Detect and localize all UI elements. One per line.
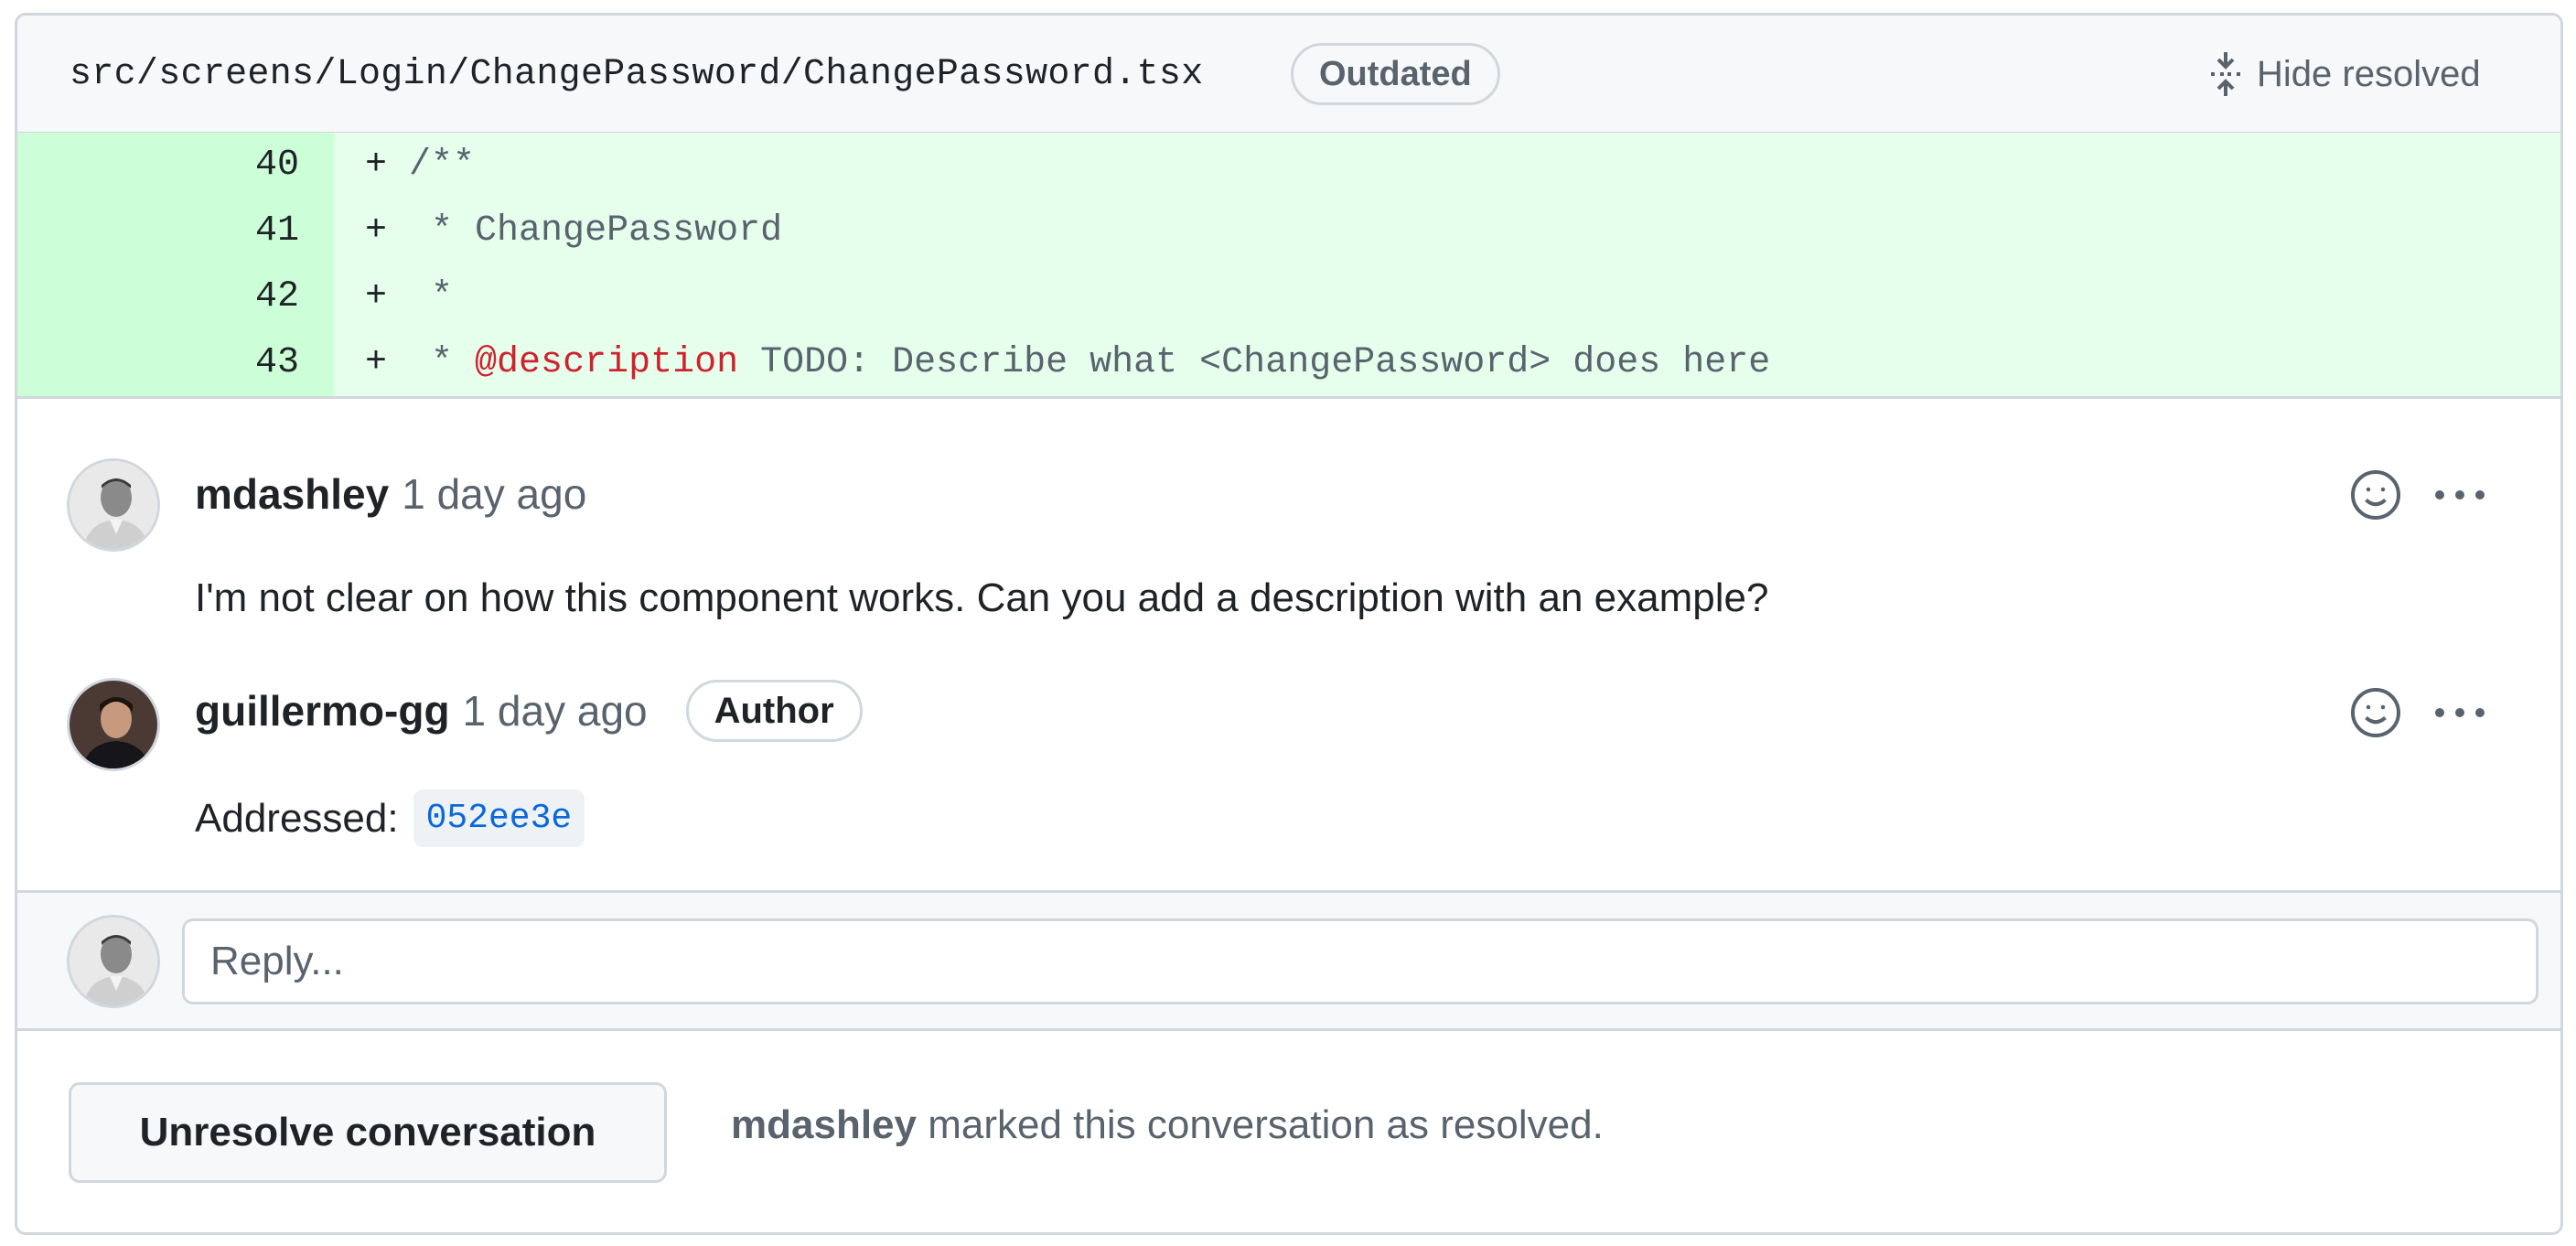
resolved-by-user[interactable]: mdashley [731, 1102, 917, 1147]
comment-author[interactable]: guillermo-gg [195, 686, 450, 736]
outdated-badge: Outdated [1291, 43, 1500, 105]
smiley-icon[interactable] [2348, 467, 2403, 522]
reply-input[interactable]: Reply... [182, 918, 2538, 1004]
hide-resolved-button[interactable]: Hide resolved [2207, 43, 2481, 105]
code-line: 43 + * @description TODO: Describe what … [17, 330, 2560, 396]
code-content: + /** [365, 133, 475, 199]
diff-code-block: 40 + /** 41 + * ChangePassword 42 + * 43… [17, 132, 2560, 399]
code-doc-tag: @description [475, 342, 739, 383]
comment-header: guillermo-gg 1 day ago Author [195, 680, 863, 742]
line-number[interactable]: 41 [17, 199, 334, 264]
unresolve-conversation-button[interactable]: Unresolve conversation [69, 1082, 667, 1183]
avatar[interactable] [67, 678, 160, 771]
comment-actions [2348, 467, 2487, 522]
code-comment: TODO: Describe what <ChangePassword> doe… [738, 342, 1771, 383]
diff-marker: + [365, 276, 388, 317]
line-number[interactable]: 40 [17, 133, 334, 199]
smiley-icon[interactable] [2348, 685, 2403, 740]
comment-text: I'm not clear on how this component work… [195, 575, 1769, 620]
fold-icon [2207, 52, 2244, 96]
code-comment: * ChangePassword [409, 210, 783, 252]
resolved-text: marked this conversation as resolved. [928, 1102, 1604, 1147]
commit-link[interactable]: 052ee3e [413, 789, 585, 847]
code-content: + * @description TODO: Describe what <Ch… [365, 330, 1770, 396]
code-line: 40 + /** [17, 133, 2560, 199]
comment-author[interactable]: mdashley [195, 469, 389, 519]
kebab-horizontal-icon[interactable] [2432, 486, 2487, 504]
kebab-horizontal-icon[interactable] [2432, 704, 2487, 722]
author-badge: Author [685, 680, 863, 742]
code-comment: * [409, 276, 454, 317]
avatar [67, 915, 160, 1008]
hide-resolved-label: Hide resolved [2257, 53, 2481, 94]
line-number[interactable]: 43 [17, 330, 334, 396]
review-thread: src/screens/Login/ChangePassword/ChangeP… [15, 13, 2563, 1235]
diff-marker: + [365, 210, 388, 252]
code-comment-prefix: * [409, 342, 476, 383]
code-line: 42 + * [17, 264, 2560, 330]
review-comment: guillermo-gg 1 day ago Author Addressed: [17, 628, 2560, 885]
diff-marker: + [365, 342, 388, 383]
code-content: + * ChangePassword [365, 199, 782, 264]
comment-text: Addressed: [195, 795, 399, 841]
code-line: 41 + * ChangePassword [17, 199, 2560, 264]
review-comment: mdashley 1 day ago I'm not clear on how … [17, 409, 2560, 628]
comment-timestamp[interactable]: 1 day ago [402, 469, 586, 519]
comment-body: I'm not clear on how this component work… [195, 575, 1768, 621]
code-content: + * [365, 264, 453, 330]
code-comment: /** [409, 145, 476, 186]
comment-body: Addressed: 052ee3e [195, 789, 585, 847]
comment-timestamp[interactable]: 1 day ago [463, 686, 648, 736]
reply-area: Reply... [17, 890, 2560, 1031]
resolved-note: mdashley marked this conversation as res… [731, 1102, 1604, 1148]
line-number[interactable]: 42 [17, 264, 334, 330]
comment-header: mdashley 1 day ago [195, 469, 586, 519]
file-path[interactable]: src/screens/Login/ChangePassword/ChangeP… [70, 54, 1204, 95]
avatar[interactable] [67, 458, 160, 552]
file-header: src/screens/Login/ChangePassword/ChangeP… [17, 16, 2560, 132]
diff-marker: + [365, 145, 388, 186]
comment-actions [2348, 685, 2487, 740]
